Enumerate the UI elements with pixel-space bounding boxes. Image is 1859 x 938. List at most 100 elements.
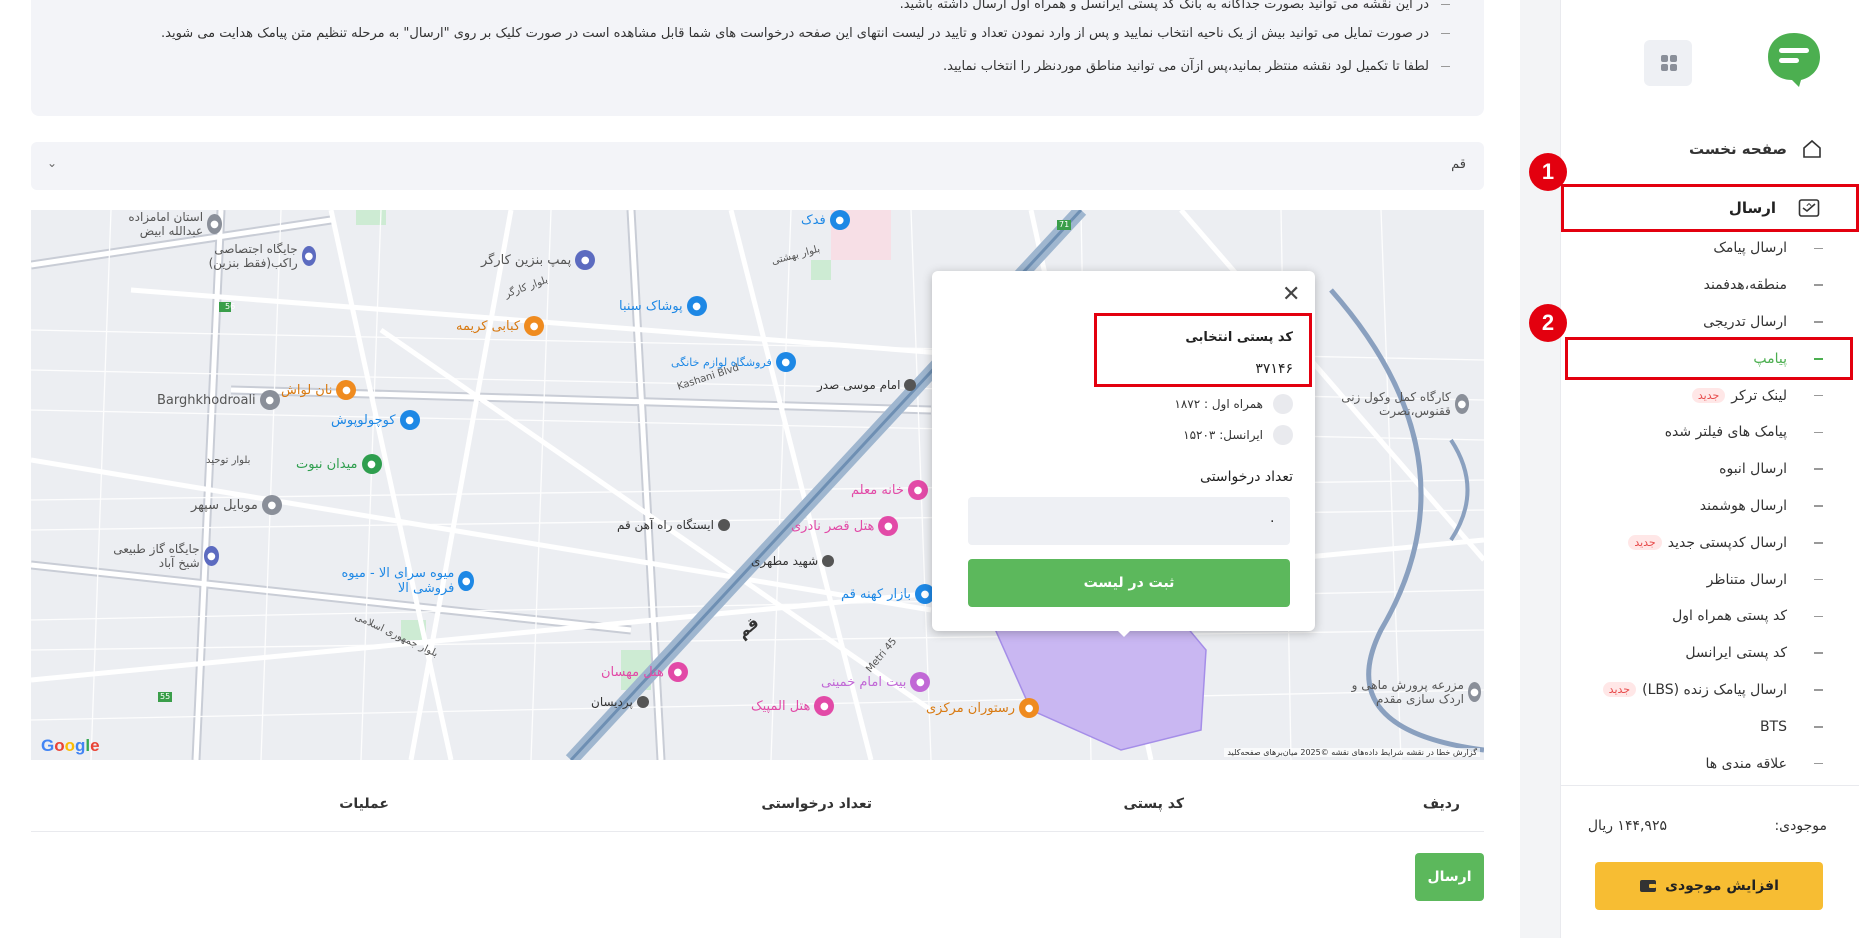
map-poi[interactable]: ● رستوران مرکزی — [926, 698, 1040, 718]
map-poi[interactable]: ● هتل مهسان — [601, 662, 688, 682]
city-select[interactable]: قم ⌄ — [31, 142, 1484, 190]
map-poi[interactable]: ● خانه معلم — [851, 480, 928, 500]
add-balance-button[interactable]: افزایش موجودی — [1595, 862, 1823, 910]
gas-station-icon: ● — [203, 546, 219, 566]
submenu-item[interactable]: ارسال پیامک — [1560, 230, 1859, 267]
place-icon: ● — [259, 390, 280, 410]
sidebar-item-home[interactable]: صفحه نخست — [1689, 138, 1823, 160]
quantity-input[interactable] — [968, 497, 1290, 545]
highlight-box — [1094, 313, 1312, 387]
radio-icon[interactable] — [1273, 425, 1293, 445]
place-icon: ● — [1454, 394, 1469, 414]
route-shield: 55 — [160, 692, 171, 701]
shopping-bag-icon: ● — [829, 210, 850, 230]
info-line: لطفا تا تکمیل لود نقشه منتظر بمانید،پس ا… — [943, 59, 1450, 74]
radio-hamrah-aval[interactable]: همراه اول : ۱۸۷۲ — [1174, 394, 1293, 414]
map-poi[interactable]: ● کارگاه کمل وکول زنی ققنوس،نصرت — [1319, 390, 1469, 418]
home-icon — [1803, 139, 1821, 158]
balance-label: موجودی: — [1774, 818, 1827, 834]
new-badge: جدید — [1628, 535, 1662, 551]
submenu-item[interactable]: پیامک های فیلتر شده — [1560, 414, 1859, 451]
submenu-item[interactable]: ارسال متناظر — [1560, 561, 1859, 598]
submenu-item[interactable]: ارسال پیامک زنده (LBS) جدید — [1560, 672, 1859, 709]
route-shield: 71 — [1059, 220, 1070, 229]
send-button[interactable]: ارسال — [1415, 853, 1484, 901]
sidebar-item-send[interactable]: ارسال ⌃ — [1561, 184, 1859, 232]
map-poi[interactable]: ● بازار کهنه قم — [841, 584, 935, 604]
map-poi[interactable]: ایستگاه راه آهن قم — [617, 518, 730, 532]
submenu-item[interactable]: BTS — [1560, 708, 1859, 745]
new-badge: جدید — [1602, 682, 1637, 698]
grid-menu-button[interactable] — [1644, 40, 1692, 86]
map-poi[interactable]: امام موسی صدر — [817, 378, 917, 392]
route-shield: 56 — [225, 302, 236, 311]
map-poi[interactable]: ● موبایل سپهر — [191, 495, 282, 515]
close-icon[interactable]: ✕ — [1282, 281, 1300, 307]
submenu-item[interactable]: کد پستی همراه اول — [1560, 598, 1859, 635]
submenu-item[interactable]: کد پستی ایرانسل — [1560, 635, 1859, 672]
map-poi[interactable]: ● هتل المپیک — [751, 696, 835, 716]
map-poi[interactable]: ● جایگاه گاز طبیعی شیخ آباد — [99, 542, 219, 570]
map-poi[interactable]: ● Barghkhodroali — [157, 390, 280, 410]
logo-icon — [1768, 33, 1820, 87]
divider — [1561, 785, 1859, 786]
map-poi[interactable]: ● استان امامزاده عبدالله ابیض — [97, 210, 222, 238]
sidebar-item-label: صفحه نخست — [1688, 140, 1787, 158]
annotation-marker-1: 1 — [1529, 153, 1567, 191]
map-poi[interactable]: ● نان لواش — [281, 380, 357, 400]
new-badge: جدید — [1691, 388, 1726, 404]
city-select-value: قم — [1451, 157, 1466, 172]
chevron-down-icon: ⌄ — [47, 156, 58, 170]
map-poi[interactable]: ● مزرعه پرورش ماهی و اردک سازی مقدم — [1331, 678, 1481, 706]
restaurant-icon: ● — [1019, 698, 1040, 718]
map-poi[interactable]: پردیسان — [591, 695, 649, 709]
sidebar: صفحه نخست ارسال ⌃ ارسال پیامک منطقه،هدفم… — [1560, 0, 1859, 938]
info-line: در این نقشه می توانید بصورت جداگانه به ب… — [900, 0, 1450, 12]
submenu-item[interactable]: ارسال انبوه — [1560, 451, 1859, 488]
wallet-icon — [1640, 880, 1657, 892]
submenu-item[interactable]: ارسال تدریجی — [1560, 304, 1859, 341]
submenu-item[interactable]: ارسال هوشمند — [1560, 488, 1859, 525]
map-poi[interactable]: ● فدک — [801, 210, 850, 230]
submenu-item[interactable]: علاقه مندی ها — [1560, 745, 1859, 782]
place-icon: ● — [1467, 682, 1481, 702]
column-header: عملیات — [339, 796, 389, 812]
map-poi[interactable]: ● کوچولوپوش — [331, 410, 420, 430]
add-to-list-button[interactable]: ثبت در لیست — [968, 559, 1290, 607]
shopping-bag-icon: ● — [775, 352, 796, 372]
map-poi[interactable]: ● میوه سرای الا - میوه فروشی الا — [319, 566, 474, 596]
quantity-label: تعداد درخواستی — [1200, 469, 1293, 485]
transit-icon — [636, 696, 649, 708]
restaurant-icon: ● — [524, 316, 545, 336]
requests-table-header: ردیف کد پستی تعداد درخواستی عملیات — [31, 780, 1484, 832]
map-poi[interactable]: ● پمپ بنزین کارگر — [481, 250, 596, 270]
shopping-bag-icon: ● — [399, 410, 420, 430]
balance-value: ۱۴۴,۹۲۵ ریال — [1587, 818, 1667, 834]
map-poi[interactable]: ● پوشاک سنبا — [619, 296, 707, 316]
map-credits[interactable]: گزارش خطا در نقشه شرایط داده‌های نقشه ©2… — [1224, 748, 1480, 757]
landmark-icon: ● — [361, 454, 382, 474]
map-poi[interactable]: ● کبابی کریمه — [456, 316, 545, 336]
map-poi[interactable]: ● هتل قصر نادری — [791, 516, 899, 536]
gas-station-icon: ● — [575, 250, 596, 270]
transit-icon — [904, 379, 917, 391]
hotel-icon: ● — [814, 696, 835, 716]
submenu-item[interactable]: منطقه،هدفمند — [1560, 267, 1859, 304]
column-header: کد پستی — [1123, 796, 1184, 812]
map-poi[interactable]: ● میدان نبوت — [296, 454, 382, 474]
submenu-item[interactable]: ارسال کدپستی جدید جدید — [1560, 524, 1859, 561]
gas-station-icon: ● — [301, 246, 316, 266]
map-poi[interactable]: ● فروشگاه لوازم خانگی — [671, 352, 796, 372]
grid-icon — [1658, 54, 1678, 72]
place-icon: ● — [261, 495, 282, 515]
sidebar-item-label: ارسال — [1728, 199, 1776, 217]
map-poi[interactable]: ● بیت امام خمینی — [821, 672, 931, 692]
restaurant-icon: ● — [336, 380, 357, 400]
send-submenu: ارسال پیامک منطقه،هدفمند ارسال تدریجی پی… — [1560, 230, 1859, 782]
popup-tail — [1115, 628, 1133, 637]
radio-irancell[interactable]: ایرانسل: ۱۵۲۰۳ — [1183, 425, 1293, 445]
map-poi[interactable]: شهید مطهری — [751, 554, 835, 568]
map-poi[interactable]: ● جایگاه اجتصاصی راکب(فقط بنزین) — [171, 242, 316, 270]
submenu-item[interactable]: لینک ترکر جدید — [1560, 377, 1859, 414]
radio-icon[interactable] — [1273, 394, 1293, 414]
